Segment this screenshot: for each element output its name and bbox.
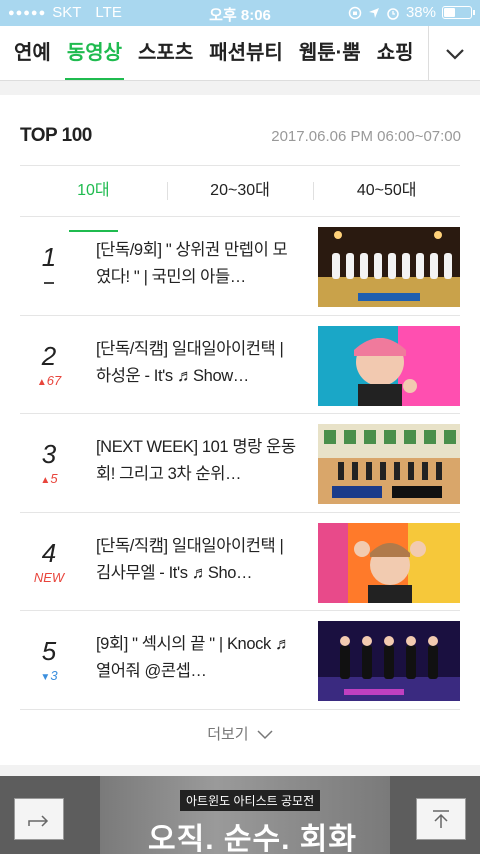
nav-tab[interactable]: 웹툰·뿜 xyxy=(291,26,369,80)
more-label: 더보기 xyxy=(207,726,249,743)
age-filter-tabs: 10대 20~30대 40~50대 xyxy=(20,165,460,232)
share-icon xyxy=(28,815,49,827)
scroll-top-button[interactable] xyxy=(416,798,466,840)
category-nav: 연예 동영상 스포츠 패션뷰티 웹툰·뿜 쇼핑 xyxy=(0,26,480,81)
rotation-lock-icon xyxy=(348,6,362,19)
rank-number: 5 xyxy=(41,636,57,666)
nav-tab[interactable]: 연예 xyxy=(0,26,59,80)
nav-tab[interactable]: 패션뷰티 xyxy=(201,26,291,80)
banner-label: 아트윈도 아티스트 공모전 xyxy=(180,790,321,811)
more-button[interactable]: 더보기 xyxy=(0,723,480,744)
rank-badge: 5 ▼3 xyxy=(20,636,78,683)
ranking-date: 2017.06.06 PM 06:00~07:00 xyxy=(271,128,461,145)
location-icon xyxy=(368,7,379,18)
video-thumbnail[interactable] xyxy=(318,621,460,701)
rank-change: ▲67 xyxy=(20,372,78,388)
age-tab-label: 10대 xyxy=(69,166,118,232)
rank-badge: 3 ▲5 xyxy=(20,439,78,486)
age-tab[interactable]: 10대 xyxy=(20,166,167,232)
age-tab-label: 20~30대 xyxy=(210,182,270,199)
video-thumbnail[interactable] xyxy=(318,424,460,504)
triangle-up-icon: ▲ xyxy=(36,376,47,388)
chevron-down-icon xyxy=(257,730,273,740)
nav-tab[interactable]: 쇼핑 xyxy=(369,26,422,80)
rank-number: 3 xyxy=(41,439,57,469)
section-title: TOP 100 xyxy=(20,125,92,146)
rank-badge: 4 NEW xyxy=(20,537,78,585)
rank-badge: 2 ▲67 xyxy=(20,340,78,388)
ranking-list: 1 [단독/9회] " 상위권 만렙이 모였다! " | 국민의 아들… 2 ▲67[… xyxy=(20,217,460,710)
ranking-item[interactable]: 4 NEW [단독/직캠] 일대일아이컨택 | 김사무엘 - It's ♬Sho… xyxy=(20,513,460,611)
age-tab[interactable]: 40~50대 xyxy=(313,166,460,216)
arrow-up-icon xyxy=(433,810,449,828)
video-thumbnail[interactable] xyxy=(318,325,460,406)
alarm-icon xyxy=(387,7,399,20)
rank-change: ▲5 xyxy=(20,471,78,486)
nav-tab[interactable]: 스포츠 xyxy=(130,26,201,80)
nav-tab[interactable]: 동영상 xyxy=(59,26,130,80)
rank-number: 4 xyxy=(41,537,57,568)
battery-icon xyxy=(442,6,475,19)
video-title[interactable]: [단독/직캠] 일대일아이컨택 | 김사무엘 - It's ♬Sho… xyxy=(96,533,302,587)
ranking-item[interactable]: 3 ▲5 [NEXT WEEK] 101 명랑 운동회! 그리고 3차 순위… xyxy=(20,414,460,513)
rank-new-badge: NEW xyxy=(33,569,65,585)
rank-unchanged-icon xyxy=(20,274,78,288)
rank-change-value: 5 xyxy=(50,471,58,486)
ranking-item[interactable]: 1 [단독/9회] " 상위권 만렙이 모였다! " | 국민의 아들… xyxy=(20,217,460,316)
video-title[interactable]: [단독/9회] " 상위권 만렙이 모였다! " | 국민의 아들… xyxy=(96,237,302,291)
rank-number: 2 xyxy=(41,340,57,371)
video-title[interactable]: [9회] " 섹시의 끝 " | Knock ♬열어줘 @콘셉… xyxy=(96,631,302,685)
ranking-item[interactable]: 5 ▼3 [9회] " 섹시의 끝 " | Knock ♬열어줘 @콘셉… xyxy=(20,611,460,710)
video-thumbnail[interactable] xyxy=(318,522,460,603)
ad-banner[interactable]: 아트윈도 아티스트 공모전 오직. 순수. 회화 xyxy=(0,776,480,854)
video-thumbnail[interactable] xyxy=(318,227,460,307)
triangle-down-icon: ▼ xyxy=(40,672,51,683)
rank-change: ▼3 xyxy=(20,668,78,683)
status-bar: ●●●●● SKT LTE 오후 8:06 38% xyxy=(0,0,480,26)
triangle-up-icon: ▲ xyxy=(40,475,51,486)
rank-badge: 1 xyxy=(20,244,78,288)
rank-number: 1 xyxy=(41,242,57,272)
video-title[interactable]: [NEXT WEEK] 101 명랑 운동회! 그리고 3차 순위… xyxy=(96,434,302,488)
battery-percent: 38% xyxy=(405,4,436,21)
video-title[interactable]: [단독/직캠] 일대일아이컨택 | 하성운 - It's ♬Show… xyxy=(96,336,302,390)
rank-change-value: 3 xyxy=(50,668,58,683)
banner-slogan: 오직. 순수. 회화 xyxy=(148,823,357,854)
age-tab-label: 40~50대 xyxy=(356,182,417,199)
top100-card: TOP 100 2017.06.06 PM 06:00~07:00 10대 20~… xyxy=(0,95,480,765)
rank-change-value: 67 xyxy=(46,372,62,388)
age-tab[interactable]: 20~30대 xyxy=(166,166,314,216)
share-button[interactable] xyxy=(14,798,64,840)
expand-menu-button[interactable] xyxy=(428,26,480,80)
chevron-down-icon xyxy=(445,48,464,60)
ranking-item[interactable]: 2 ▲67 [단독/직캠] 일대일아이컨택 | 하성운 - It's ♬Show… xyxy=(20,316,460,414)
